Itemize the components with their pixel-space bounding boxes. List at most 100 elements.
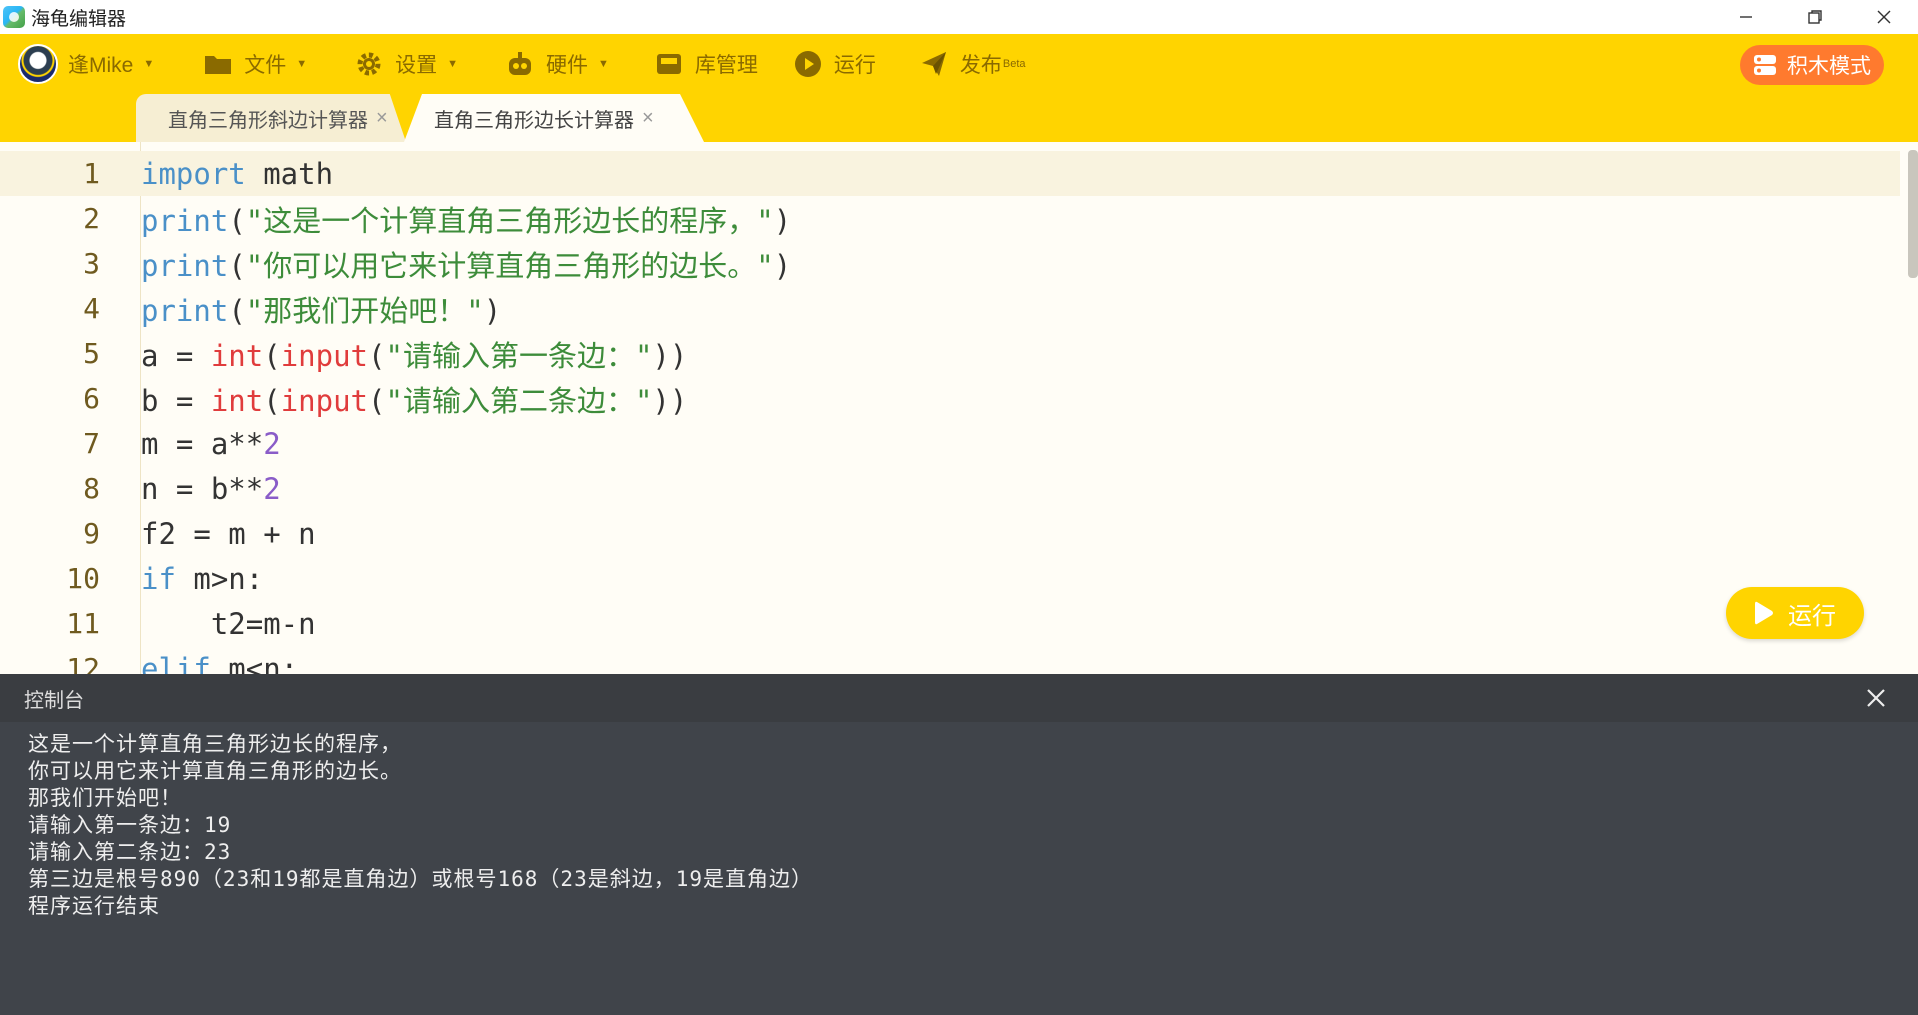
close-window-button[interactable] <box>1849 0 1918 34</box>
console-line: 请输入第一条边：19 <box>28 813 232 837</box>
code-token: ( <box>368 383 386 418</box>
code-line[interactable]: 8 n = b**2 <box>0 466 1900 511</box>
code-token: ( <box>263 383 281 418</box>
code-token: math <box>245 156 334 191</box>
line-number: 10 <box>66 562 100 595</box>
beta-badge: Beta <box>1002 58 1026 70</box>
code-token: ) <box>773 248 792 283</box>
code-token: )) <box>652 383 688 418</box>
code-line[interactable]: 2 print("这是一个计算直角三角形边长的程序，") <box>0 196 1900 241</box>
library-manager-button[interactable]: 库管理 <box>655 34 758 94</box>
close-tab-icon[interactable]: × <box>642 107 654 130</box>
code-token: 2 <box>263 471 281 506</box>
code-token: ( <box>263 338 281 373</box>
run-button-label: 运行 <box>1788 602 1836 630</box>
code-editor[interactable]: 1 import math 2 print("这是一个计算直角三角形边长的程序，") 3… <box>0 142 1918 674</box>
chevron-down-icon: ▼ <box>296 58 308 70</box>
inbox-icon <box>655 50 683 78</box>
run-button[interactable]: 运行 <box>1726 587 1864 639</box>
hardware-menu[interactable]: 硬件 ▼ <box>506 34 609 94</box>
file-tab-bar: 直角三角形斜边计算器 × 直角三角形边长计算器 × <box>0 94 1918 142</box>
code-text: if m>n: <box>141 562 263 596</box>
line-number: 2 <box>83 202 100 235</box>
code-token: m>n: <box>175 561 264 596</box>
code-token: import <box>141 156 246 191</box>
code-text: n = b**2 <box>141 472 281 506</box>
run-menu-label: 运行 <box>833 54 876 77</box>
line-number: 9 <box>83 517 100 550</box>
library-manager-label: 库管理 <box>694 54 758 77</box>
tab-hypotenuse-calculator[interactable]: 直角三角形斜边计算器 × <box>136 94 406 142</box>
code-line[interactable]: 1 import math <box>0 151 1900 196</box>
minimize-button[interactable] <box>1711 0 1780 34</box>
console-line: 这是一个计算直角三角形边长的程序， <box>28 732 402 756</box>
code-text: import math <box>141 157 333 191</box>
code-text: f2 = m + n <box>141 517 316 551</box>
publish-button[interactable]: 发布 Beta <box>920 34 1026 94</box>
code-token: elif <box>141 651 211 675</box>
line-number: 12 <box>66 652 100 674</box>
code-text: a = int(input("请输入第一条边：")) <box>141 333 687 375</box>
code-token: a = <box>141 338 211 373</box>
restore-button[interactable] <box>1780 0 1849 34</box>
code-line[interactable]: 6b = int(input("请输入第二条边：")) <box>0 376 1900 421</box>
robot-icon <box>506 50 534 78</box>
restore-icon <box>1807 10 1822 24</box>
play-circle-icon <box>794 50 822 78</box>
folder-icon <box>204 50 232 78</box>
user-name: 逢Mike <box>68 54 134 77</box>
gear-icon <box>355 50 383 78</box>
code-text: print("你可以用它来计算直角三角形的边长。") <box>141 243 791 285</box>
code-text: m = a**2 <box>141 427 281 461</box>
tab-label: 直角三角形斜边计算器 <box>168 109 368 132</box>
code-text: b = int(input("请输入第二条边：")) <box>141 378 687 420</box>
code-token: ( <box>368 338 386 373</box>
console-line: 第三边是根号890（23和19都是直角边）或根号168（23是斜边，19是直角边… <box>28 867 814 891</box>
code-line[interactable]: 7 m = a**2 <box>0 421 1900 466</box>
close-icon <box>1877 10 1890 24</box>
block-mode-button[interactable]: 积木模式 <box>1740 45 1884 85</box>
code-line[interactable]: 10 if m>n: <box>0 556 1900 601</box>
code-token: print <box>141 203 229 238</box>
close-icon <box>1867 689 1885 707</box>
window-title: 海龟编辑器 <box>31 8 127 30</box>
console-title: 控制台 <box>24 689 84 712</box>
line-number: 8 <box>83 472 100 505</box>
console-line: 你可以用它来计算直角三角形的边长。 <box>28 759 402 783</box>
code-line[interactable]: 11 t2=m-n <box>0 601 1900 646</box>
settings-menu[interactable]: 设置 ▼ <box>355 34 458 94</box>
code-token: print <box>141 248 229 283</box>
console-line: 程序运行结束 <box>28 894 160 918</box>
code-token: int <box>210 338 264 373</box>
code-line[interactable]: 5 a = int(input("请输入第一条边：")) <box>0 331 1900 376</box>
code-token: "你可以用它来计算直角三角形的边长。" <box>245 248 774 283</box>
code-token: b = <box>141 383 211 418</box>
user-menu[interactable]: 逢Mike ▼ <box>18 34 154 94</box>
tab-side-length-calculator[interactable]: 直角三角形边长计算器 × <box>404 94 704 142</box>
code-text: print("那我们开始吧！") <box>141 288 501 330</box>
editor-scrollbar[interactable] <box>1908 150 1918 278</box>
code-token: n = b** <box>141 471 264 506</box>
line-number: 7 <box>83 427 100 460</box>
console-output[interactable]: 这是一个计算直角三角形边长的程序， 你可以用它来计算直角三角形的边长。 那我们开始吧… <box>0 722 1918 1015</box>
code-token: int <box>210 383 264 418</box>
window-controls <box>1711 0 1918 34</box>
code-text: print("这是一个计算直角三角形边长的程序，") <box>141 198 791 240</box>
code-token: if <box>141 561 176 596</box>
hardware-menu-label: 硬件 <box>546 54 589 77</box>
code-line[interactable]: 4 print("那我们开始吧！") <box>0 286 1900 331</box>
chevron-down-icon: ▼ <box>447 58 459 70</box>
file-menu[interactable]: 文件 ▼ <box>204 34 307 94</box>
code-token: ( <box>228 203 246 238</box>
code-line[interactable]: 3 print("你可以用它来计算直角三角形的边长。") <box>0 241 1900 286</box>
line-number: 5 <box>83 337 100 370</box>
chevron-down-icon: ▼ <box>143 58 155 70</box>
code-line[interactable]: 12 elif m<n: <box>0 646 1900 675</box>
line-number: 1 <box>83 157 100 190</box>
code-text: elif m<n: <box>141 652 298 675</box>
code-token: "这是一个计算直角三角形边长的程序，" <box>245 203 774 238</box>
close-tab-icon[interactable]: × <box>376 107 388 130</box>
run-menu-button[interactable]: 运行 <box>794 34 876 94</box>
code-line[interactable]: 9 f2 = m + n <box>0 511 1900 556</box>
close-console-button[interactable] <box>1862 684 1890 712</box>
